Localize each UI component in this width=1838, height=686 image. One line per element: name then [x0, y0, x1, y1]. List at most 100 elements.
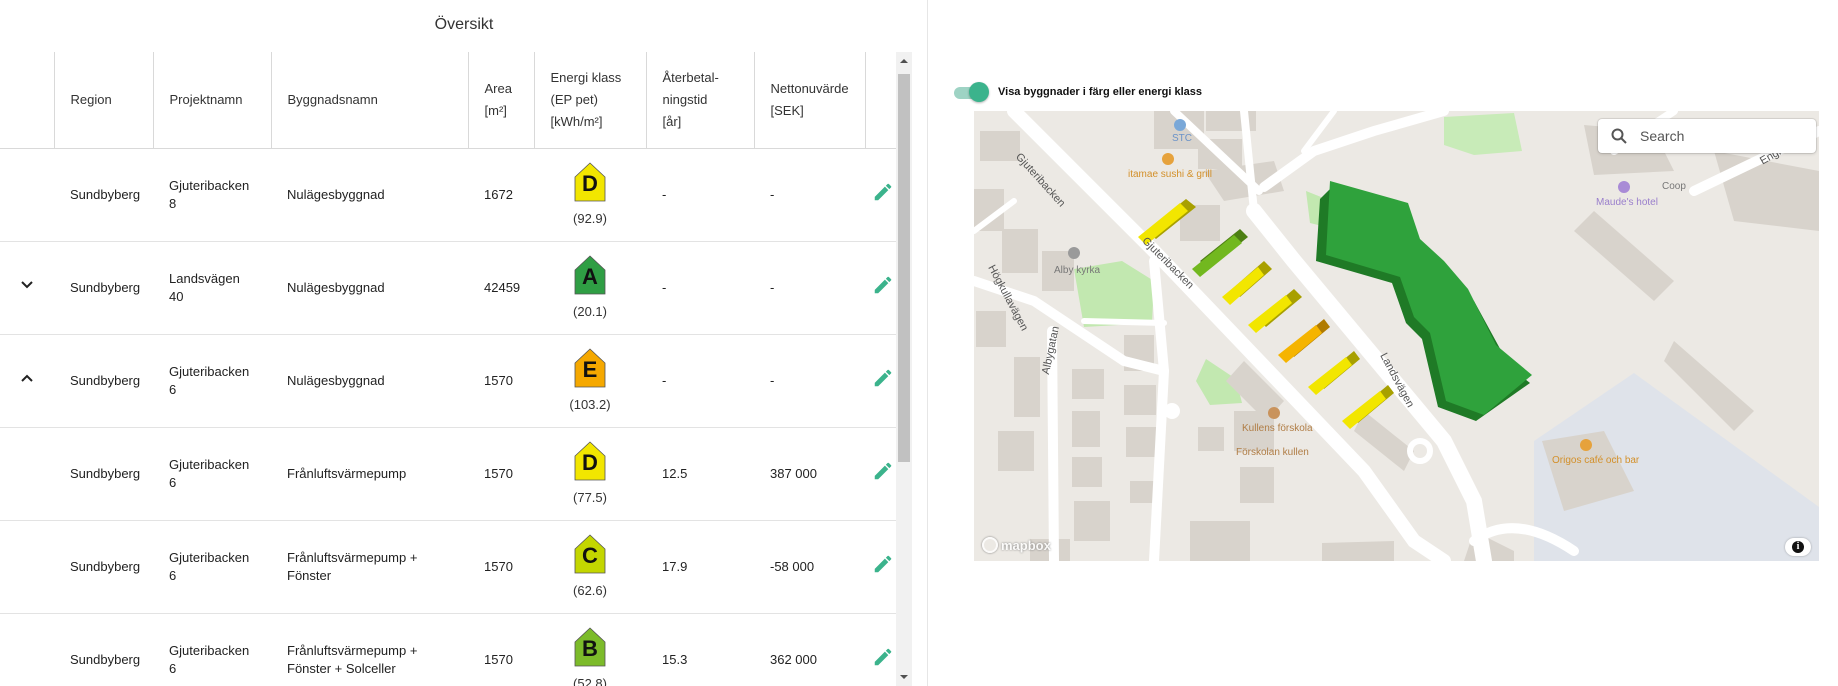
- payback-cell: 15.3: [646, 613, 754, 686]
- table-scrollbar[interactable]: [896, 52, 912, 686]
- project-cell: Gjuteribacken 6: [153, 520, 271, 614]
- pencil-icon[interactable]: [872, 460, 894, 482]
- header-actions-column: [865, 52, 900, 149]
- pencil-icon[interactable]: [872, 274, 894, 296]
- column-header-line: [kWh/m²]: [550, 113, 603, 129]
- pencil-icon[interactable]: [872, 553, 894, 575]
- pencil-icon[interactable]: [872, 367, 894, 389]
- project-name-line: 40: [169, 288, 184, 304]
- column-header-line: Energi klass: [550, 69, 622, 85]
- table-row[interactable]: Sundbyberg Gjuteribacken 8 Nulägesbyggnad 16…: [0, 148, 900, 242]
- restaurant-icon[interactable]: [1162, 153, 1174, 165]
- project-name-line: 6: [169, 567, 177, 583]
- column-header-payback-time[interactable]: Återbetal-ningstid [år]: [646, 52, 755, 149]
- region-cell: Sundbyberg: [54, 613, 153, 686]
- building-a[interactable]: [1326, 181, 1532, 415]
- scroll-down-arrow-icon[interactable]: [896, 670, 912, 684]
- chevron-down-icon[interactable]: [14, 272, 40, 298]
- area-cell: 1570: [468, 427, 534, 521]
- pencil-icon[interactable]: [872, 646, 894, 668]
- payback-value: 12.5: [662, 465, 688, 481]
- map-search-box[interactable]: [1598, 119, 1816, 153]
- energy-class-cell: D (92.9): [534, 148, 646, 242]
- region-value: Sundbyberg: [70, 372, 141, 388]
- expand-cell: [0, 427, 54, 521]
- church-icon[interactable]: [1068, 247, 1080, 259]
- project-name-line: 8: [169, 195, 177, 211]
- school-icon[interactable]: [1268, 407, 1280, 419]
- building-e[interactable]: [1278, 325, 1322, 363]
- project-name-line: Gjuteribacken: [169, 363, 250, 379]
- area-cell: 1570: [468, 520, 534, 614]
- map-basemap[interactable]: [974, 111, 1819, 561]
- region-cell: Sundbyberg: [54, 241, 153, 335]
- region-value: Sundbyberg: [70, 558, 141, 574]
- region-cell: Sundbyberg: [54, 427, 153, 521]
- project-cell: Gjuteribacken 6: [153, 334, 271, 428]
- column-header-net-present-value[interactable]: Nettonuvärde [SEK]: [754, 52, 866, 149]
- map-view[interactable]: STC itamae sushi & grill Alby kyrka Maud…: [974, 111, 1819, 561]
- map-label-maudes-hotel: Maude's hotel: [1596, 197, 1658, 208]
- overview-panel: Översikt Region Projektnamn Byggnadsnamn Ar…: [0, 0, 928, 686]
- map-search-input[interactable]: [1638, 127, 1798, 145]
- toggle-knob[interactable]: [969, 82, 989, 102]
- column-header-project-name[interactable]: Projektnamn: [153, 52, 272, 149]
- project-cell: Gjuteribacken 6: [153, 427, 271, 521]
- cafe-icon[interactable]: [1580, 439, 1592, 451]
- building-d[interactable]: [1308, 357, 1352, 395]
- table-row[interactable]: Sundbyberg Gjuteribacken 6 Nulägesbyggnad 15…: [0, 334, 900, 428]
- header-expand-column: [0, 52, 55, 149]
- search-icon: [1611, 128, 1627, 144]
- mapbox-logo-icon: [982, 537, 998, 553]
- payback-cell: 12.5: [646, 427, 754, 521]
- pencil-icon[interactable]: [872, 181, 894, 203]
- column-header-region[interactable]: Region: [54, 52, 154, 149]
- bus-stop-icon[interactable]: [1174, 119, 1186, 131]
- edit-cell: [865, 613, 900, 686]
- edit-cell: [865, 148, 900, 242]
- building-b[interactable]: [1192, 235, 1242, 277]
- column-header-line: [år]: [662, 113, 682, 129]
- building-cell: Frånluftsvärmepump: [271, 427, 468, 521]
- table-row[interactable]: Sundbyberg Gjuteribacken 6 Frånluftsvärmepu…: [0, 613, 900, 686]
- area-value: 1570: [484, 558, 513, 574]
- region-cell: Sundbyberg: [54, 148, 153, 242]
- building-name-line: Nulägesbyggnad: [287, 186, 385, 202]
- npv-cell: 387 000: [754, 427, 865, 521]
- mapbox-logo[interactable]: mapbox: [982, 537, 1051, 553]
- map-attribution-info-button[interactable]: i: [1785, 538, 1811, 556]
- npv-cell: -58 000: [754, 520, 865, 614]
- column-header-line: ningstid: [662, 91, 708, 107]
- building-d[interactable]: [1248, 295, 1292, 333]
- npv-cell: 362 000: [754, 613, 865, 686]
- scrollbar-thumb[interactable]: [898, 74, 910, 462]
- edit-cell: [865, 427, 900, 521]
- table-row[interactable]: Sundbyberg Gjuteribacken 6 Frånluftsvärmepu…: [0, 520, 900, 614]
- column-header-building-name[interactable]: Byggnadsnamn: [271, 52, 469, 149]
- area-value: 1570: [484, 465, 513, 481]
- hotel-icon[interactable]: [1618, 181, 1630, 193]
- region-value: Sundbyberg: [70, 279, 141, 295]
- column-header-area[interactable]: Area [m²]: [468, 52, 535, 149]
- map-label-itamae: itamae sushi & grill: [1128, 169, 1212, 180]
- energy-class-color-toggle[interactable]: [952, 82, 989, 102]
- energy-class-letter: D: [582, 171, 598, 196]
- ep-value: (92.9): [573, 211, 607, 226]
- payback-cell: 17.9: [646, 520, 754, 614]
- table-row[interactable]: Sundbyberg Gjuteribacken 6 Frånluftsvärmepu…: [0, 427, 900, 521]
- energy-class-cell: B (52.8): [534, 613, 646, 686]
- area-cell: 1570: [468, 334, 534, 428]
- column-header-line: Region: [70, 91, 112, 107]
- building-d[interactable]: [1222, 267, 1264, 305]
- region-cell: Sundbyberg: [54, 520, 153, 614]
- column-header-energy-class[interactable]: Energi klass (EP pet) [kWh/m²]: [534, 52, 647, 149]
- npv-value: 362 000: [770, 651, 817, 667]
- energy-class-cell: C (62.6): [534, 520, 646, 614]
- edit-cell: [865, 520, 900, 614]
- scroll-up-arrow-icon[interactable]: [896, 54, 912, 68]
- project-name-line: Gjuteribacken: [169, 642, 250, 658]
- table-row[interactable]: Sundbyberg Landsvägen 40 Nulägesbyggnad 4245…: [0, 241, 900, 335]
- map-label-stc: STC: [1172, 133, 1192, 144]
- project-name-line: Gjuteribacken: [169, 549, 250, 565]
- chevron-up-icon[interactable]: [14, 365, 40, 391]
